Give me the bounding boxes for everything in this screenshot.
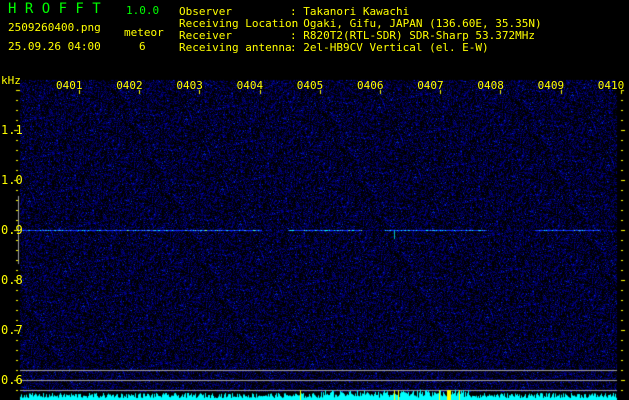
time-tick-label: 0407 xyxy=(417,79,444,92)
freq-tick-label: 0.8 xyxy=(1,273,23,287)
freq-tick-label: 1.0 xyxy=(1,173,23,187)
time-tick-label: 0409 xyxy=(537,79,565,92)
file-datetime: 25.09.26 04:00 xyxy=(8,40,101,53)
spectrogram xyxy=(0,0,629,400)
freq-tick-label: 0.6 xyxy=(1,373,23,387)
time-tick-label: 0404 xyxy=(236,79,264,92)
time-tick-label: 0410 xyxy=(597,79,625,92)
time-tick-label: 0402 xyxy=(116,79,143,92)
antenna-value: : 2el-HB9CV Vertical (el. E-W) xyxy=(290,41,489,54)
time-tick-label: 0403 xyxy=(176,79,203,92)
freq-tick-label: 1.1 xyxy=(1,123,23,137)
meteor-count: 6 xyxy=(139,40,146,53)
file-name: 2509260400.png xyxy=(8,21,101,34)
time-tick-label: 0401 xyxy=(56,79,83,92)
antenna-label: Receiving antenna xyxy=(179,41,292,54)
frequency-unit: kHz xyxy=(1,74,21,87)
time-tick-label: 0405 xyxy=(296,79,324,92)
time-tick-label: 0406 xyxy=(357,79,384,92)
freq-tick-label: 0.7 xyxy=(1,323,23,337)
meteor-label: meteor xyxy=(124,26,164,39)
freq-tick-label: 0.9 xyxy=(1,223,23,237)
app-version: 1.0.0 xyxy=(126,4,160,17)
time-tick-label: 0408 xyxy=(477,79,504,92)
app-title: H R O F F T xyxy=(8,1,101,17)
